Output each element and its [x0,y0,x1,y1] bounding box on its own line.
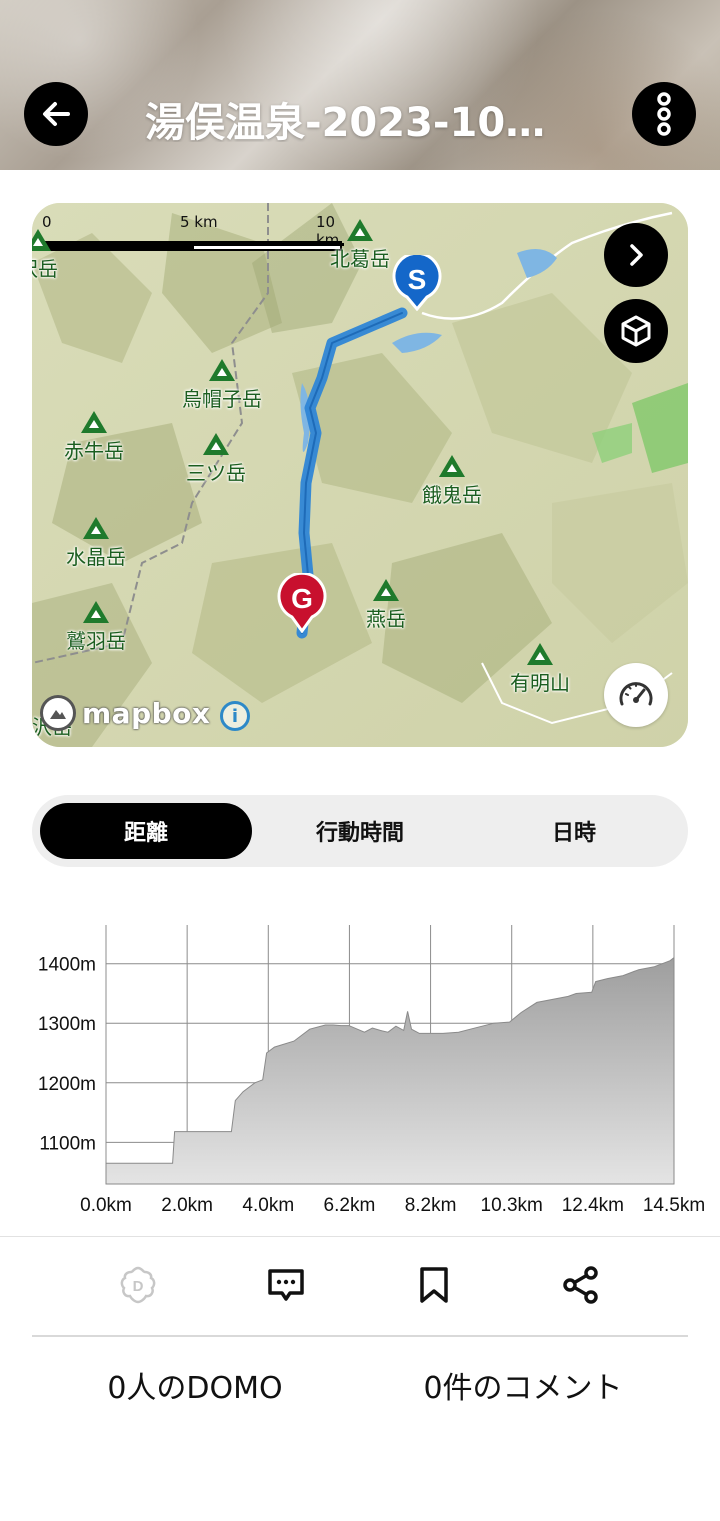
x-tick-label: 8.2km [405,1195,457,1216]
elevation-area [105,956,675,1185]
peak-kitakuzu: 北葛岳 [330,219,390,272]
mapbox-logo: mapbox [40,695,210,731]
domo-button[interactable]: D [116,1263,160,1307]
comment-button[interactable] [264,1263,308,1307]
map-3d-button[interactable] [604,299,668,363]
mountain-icon [32,229,51,251]
speedometer-icon [619,682,653,706]
x-tick-label: 0.0km [80,1195,132,1216]
map-expand-button[interactable] [604,223,668,287]
domo-count[interactable]: 0人のDOMO [30,1363,360,1407]
arrow-left-icon [43,102,70,126]
cube-icon [621,315,651,347]
start-marker[interactable]: S [392,255,442,311]
mountain-icon [81,411,107,433]
action-divider [32,1335,688,1337]
y-tick-label: 1200m [38,1074,96,1095]
speed-gauge-button[interactable] [604,663,668,727]
x-tick-label: 6.2km [324,1195,376,1216]
x-tick-label: 10.3km [481,1195,543,1216]
mountain-icon [373,579,399,601]
mountain-icon [209,359,235,381]
chevron-right-icon [630,244,643,266]
goal-marker[interactable]: G [277,573,327,633]
peak-akaushi: 赤牛岳 [64,411,124,464]
peak-eboshi: 烏帽子岳 [182,359,262,412]
y-tick-label: 1400m [38,955,96,976]
peak-gaki: 餓鬼岳 [422,455,482,508]
mountain-icon [83,517,109,539]
map-scale-bar: 0 5 km 10 km [42,213,344,253]
mapbox-mark-icon [40,695,76,731]
x-tick-label: 4.0km [242,1195,294,1216]
peak-mitsu: 三ツ岳 [186,433,246,486]
mountain-icon [347,219,373,241]
svg-text:G: G [291,583,313,614]
tab-moving-time[interactable]: 行動時間 [254,803,466,859]
back-button[interactable] [24,82,88,146]
mountain-icon [203,433,229,455]
x-tick-label: 12.4km [562,1195,624,1216]
map-info-icon[interactable]: i [220,701,250,731]
share-icon [563,1266,598,1304]
mountain-icon [527,643,553,665]
domo-icon: D [120,1266,156,1304]
peak-washiba: 鷲羽岳 [66,601,126,654]
comment-icon [268,1269,304,1301]
peak-suisho: 水晶岳 [66,517,126,570]
page-title: 湯俣温泉-2023-10… [145,100,546,142]
x-tick-label: 14.5km [643,1195,705,1216]
mountain-icon [83,601,109,623]
peak-partial-top-left: 沢岳 [32,229,58,282]
mountain-icon [439,455,465,477]
x-tick-label: 2.0km [161,1195,213,1216]
svg-text:D: D [133,1278,144,1295]
peak-ariake: 有明山 [510,643,570,696]
chart-mode-tabs: 距離 行動時間 日時 [32,795,688,867]
elevation-chart[interactable]: 0.0km 2.0km 4.0km 6.2km 8.2km 10.3km 12.4km 14.… [0,900,720,1230]
action-bar: D 0人のDOMO 0件のコメント [0,1236,720,1521]
y-tick-label: 1100m [39,1133,96,1154]
header-banner: 湯俣温泉-2023-10… [0,0,720,170]
peak-tsubakuro: 燕岳 [366,579,406,632]
tab-datetime[interactable]: 日時 [468,803,680,859]
svg-text:S: S [408,264,427,295]
more-options-button[interactable] [632,82,696,146]
comment-count[interactable]: 0件のコメント [358,1363,688,1407]
bookmark-button[interactable] [412,1263,456,1307]
bookmark-icon [420,1267,448,1303]
share-button[interactable] [559,1263,603,1307]
scale-mid-label: 5 km [180,213,218,231]
route-map[interactable]: 0 5 km 10 km 北葛岳 烏帽子岳 赤牛岳 三ツ岳 餓鬼岳 水晶岳 燕岳… [32,203,688,747]
tab-distance[interactable]: 距離 [40,803,252,859]
y-tick-label: 1300m [38,1014,96,1035]
terrain-background [32,203,688,747]
more-vertical-icon [657,92,671,136]
